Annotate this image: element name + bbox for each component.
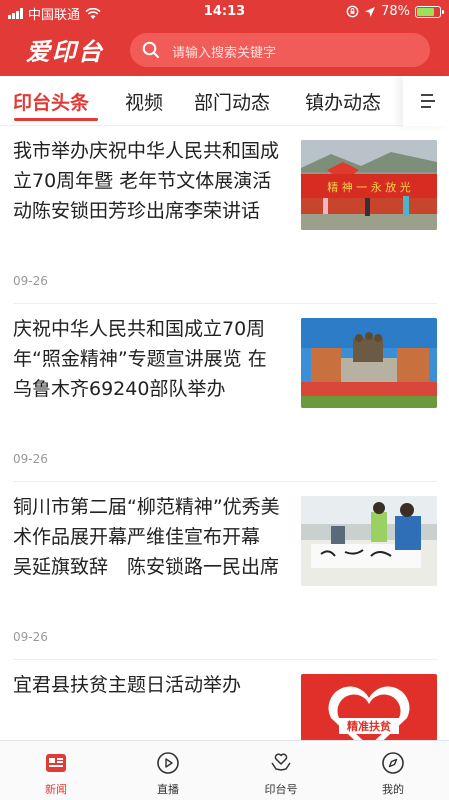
thumbnail-banner-text: 精 神 一 永 放 光: [327, 180, 410, 194]
news-item[interactable]: 我市举办庆祝中华人民共和国成立70周年暨 老年节文体展演活动陈安锁田芳珍出席李荣…: [0, 126, 449, 304]
news-title: 宜君县扶贫主题日活动举办: [13, 674, 242, 696]
status-bar: 中国联通 14:13 78%: [0, 0, 449, 24]
nav-label: 我的: [382, 783, 404, 796]
news-date: 09-26: [13, 452, 48, 466]
menu-icon: [421, 94, 435, 108]
play-icon: [157, 752, 179, 774]
location-arrow-icon: [365, 6, 376, 17]
app-logo: 爱印台: [26, 37, 104, 66]
bottom-nav: 新闻 直播 印台号 我的: [0, 740, 449, 800]
tab-headlines[interactable]: 印台头条: [13, 88, 89, 115]
news-list: 我市举办庆祝中华人民共和国成立70周年暨 老年节文体展演活动陈安锁田芳珍出席李荣…: [0, 126, 449, 740]
news-item[interactable]: 庆祝中华人民共和国成立70周年“照金精神”专题宣讲展览 在乌鲁木齐69240部队…: [0, 304, 449, 482]
nav-label: 直播: [157, 783, 179, 796]
nav-label: 印台号: [264, 783, 298, 796]
search-icon: [142, 41, 159, 58]
orientation-lock-icon: [346, 5, 359, 18]
nav-yintai-account[interactable]: 印台号: [225, 741, 337, 800]
news-thumbnail: 精 神 一 永 放 光: [301, 140, 437, 230]
channel-menu-button[interactable]: [403, 76, 449, 126]
category-tabs: 印台头条 视频 部门动态 镇办动态: [0, 76, 449, 126]
news-thumbnail: [301, 318, 437, 408]
tab-video[interactable]: 视频: [125, 88, 163, 115]
news-thumbnail: 精准扶贫: [301, 674, 437, 740]
tab-department-news[interactable]: 部门动态: [194, 88, 270, 115]
top-bar: 中国联通 14:13 78% 爱印台 请输入搜索关键字: [0, 0, 449, 76]
news-icon: [46, 754, 66, 772]
battery-icon: [415, 5, 444, 18]
nav-live[interactable]: 直播: [112, 741, 224, 800]
news-title: 庆祝中华人民共和国成立70周年“照金精神”专题宣讲展览 在乌鲁木齐69240部队…: [13, 318, 267, 400]
news-title: 铜川市第二届“柳范精神”优秀美术作品展开幕严维佳宣布开幕 吴延旗致辞 陈安锁路一…: [13, 496, 280, 578]
heart-hands-icon: [271, 753, 291, 771]
compass-icon: [382, 752, 404, 774]
app-header: 爱印台 请输入搜索关键字: [0, 24, 449, 76]
nav-label: 新闻: [45, 783, 67, 796]
tab-town-news[interactable]: 镇办动态: [305, 88, 381, 115]
news-thumbnail: [301, 496, 437, 586]
news-date: 09-26: [13, 630, 48, 644]
search-input[interactable]: 请输入搜索关键字: [130, 33, 430, 67]
battery-percent: 78%: [381, 4, 410, 19]
news-date: 09-26: [13, 274, 48, 288]
search-placeholder: 请输入搜索关键字: [172, 46, 277, 61]
nav-news[interactable]: 新闻: [0, 741, 112, 800]
nav-mine[interactable]: 我的: [337, 741, 449, 800]
news-item[interactable]: 铜川市第二届“柳范精神”优秀美术作品展开幕严维佳宣布开幕 吴延旗致辞 陈安锁路一…: [0, 482, 449, 660]
thumbnail-badge-text: 精准扶贫: [347, 719, 392, 733]
news-item[interactable]: 宜君县扶贫主题日活动举办 精准扶贫: [0, 660, 449, 740]
news-title: 我市举办庆祝中华人民共和国成立70周年暨 老年节文体展演活动陈安锁田芳珍出席李荣…: [13, 140, 280, 222]
active-tab-indicator: [14, 118, 98, 121]
